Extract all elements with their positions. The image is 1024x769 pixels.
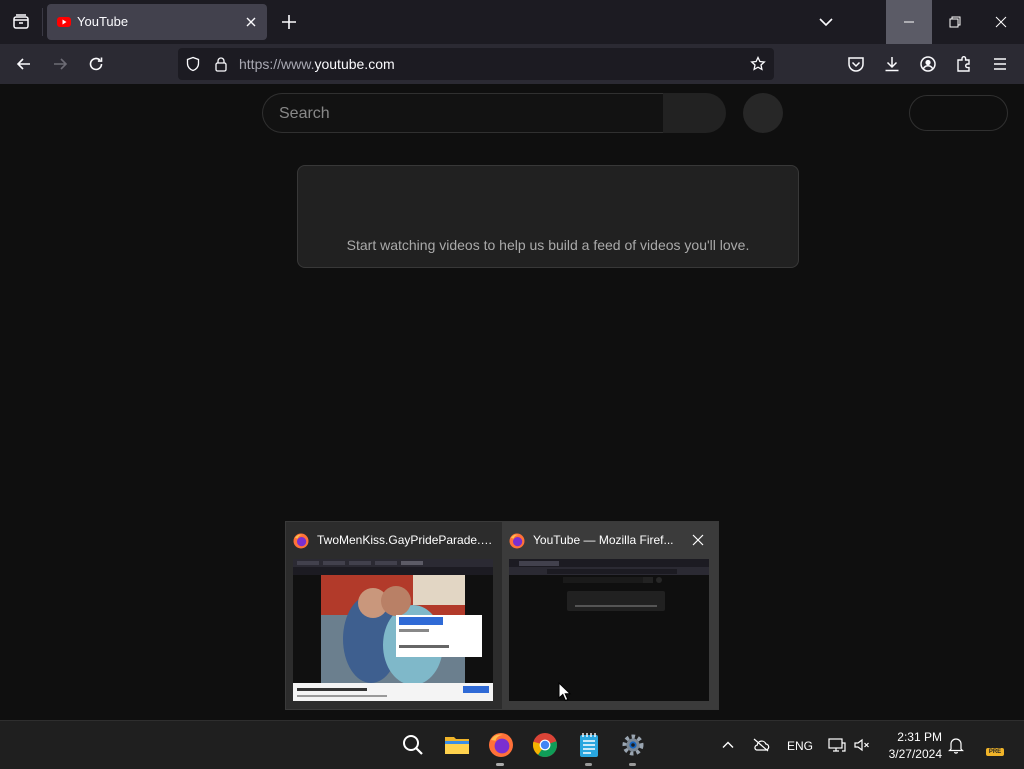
firefox-view-icon: [13, 14, 29, 29]
voice-search-button[interactable]: [743, 93, 783, 133]
url-prefix: www.: [281, 56, 315, 72]
close-icon: [995, 16, 1007, 28]
cloud-offline-icon[interactable]: [752, 737, 770, 753]
url-host: youtube.com: [314, 56, 395, 72]
account-icon[interactable]: [918, 54, 938, 74]
preview-thumbnail: [509, 559, 709, 701]
tab-title: YouTube: [77, 14, 129, 29]
clock-time: 2:31 PM: [897, 730, 942, 744]
search-button[interactable]: [663, 93, 726, 133]
chrome-taskbar-button[interactable]: [531, 731, 559, 759]
folder-icon: [445, 737, 469, 754]
chevron-down-icon[interactable]: [816, 12, 836, 32]
pocket-icon[interactable]: [846, 54, 866, 74]
tab-youtube[interactable]: YouTube: [47, 4, 267, 40]
taskbar-window-preview: TwoMenKiss.GayPrideParade.W... YouTube —…: [285, 521, 719, 710]
mouse-cursor-icon: [558, 682, 572, 702]
firefox-icon: [293, 533, 309, 549]
preview-window-1[interactable]: TwoMenKiss.GayPrideParade.W...: [286, 522, 502, 709]
menu-hamburger-icon[interactable]: [990, 54, 1010, 74]
minimize-icon: [904, 21, 914, 23]
notepad-icon: [580, 733, 598, 757]
settings-running-indicator: [629, 763, 636, 766]
shield-icon[interactable]: [185, 56, 201, 72]
file-explorer-button[interactable]: [443, 731, 471, 759]
bell-icon[interactable]: [948, 736, 964, 754]
minimize-button[interactable]: [886, 0, 932, 44]
search-icon: [403, 735, 423, 755]
firefox-icon: [489, 733, 513, 757]
tab-strip: YouTube: [0, 0, 1024, 44]
firefox-icon: [509, 533, 525, 549]
preview-window-2[interactable]: YouTube — Mozilla Firef...: [502, 522, 718, 709]
empty-feed-card: Start watching videos to help us build a…: [297, 165, 799, 268]
search-input[interactable]: [277, 94, 651, 134]
extensions-icon[interactable]: [954, 54, 974, 74]
clock-date: 3/27/2024: [888, 747, 942, 761]
reload-icon[interactable]: [86, 54, 106, 74]
navigation-toolbar: https://www.youtube.com: [0, 44, 1024, 84]
search-button[interactable]: [399, 731, 427, 759]
close-tab-icon[interactable]: [243, 14, 259, 30]
windows-taskbar: ENG 2:31 PM 3/27/2024 PRE: [0, 720, 1024, 769]
restore-icon: [949, 16, 961, 28]
close-window-button[interactable]: [978, 0, 1024, 44]
forward-arrow-icon[interactable]: [50, 54, 70, 74]
sign-in-button[interactable]: [909, 95, 1008, 131]
preview-title: TwoMenKiss.GayPrideParade.W...: [317, 533, 497, 547]
network-icon[interactable]: [828, 736, 846, 754]
speaker-muted-icon[interactable]: [853, 736, 871, 754]
gear-icon: [622, 734, 644, 756]
youtube-favicon-icon: [57, 17, 71, 27]
input-language[interactable]: ENG: [787, 739, 813, 753]
firefox-taskbar-button[interactable]: [487, 731, 515, 759]
close-preview-icon[interactable]: [692, 534, 704, 546]
url-scheme: https://: [239, 56, 282, 72]
download-icon[interactable]: [882, 54, 902, 74]
url-text[interactable]: https://www.youtube.com: [239, 56, 395, 72]
firefox-running-indicator: [496, 763, 504, 766]
address-bar[interactable]: https://www.youtube.com: [178, 48, 774, 80]
chevron-up-icon[interactable]: [721, 738, 735, 752]
system-clock[interactable]: 2:31 PM 3/27/2024: [870, 729, 942, 763]
settings-taskbar-button[interactable]: [619, 731, 647, 759]
preview-build-badge: PRE: [986, 748, 1004, 756]
tab-separator: [42, 8, 43, 36]
new-tab-icon[interactable]: [279, 12, 299, 32]
search-box[interactable]: [262, 93, 663, 134]
chrome-icon: [532, 733, 558, 757]
feed-message: Start watching videos to help us build a…: [346, 237, 750, 253]
preview-thumbnail: [293, 559, 493, 701]
notepad-running-indicator: [585, 763, 592, 766]
lock-icon[interactable]: [213, 56, 229, 72]
restore-button[interactable]: [932, 0, 978, 44]
bookmark-star-icon[interactable]: [750, 56, 766, 72]
preview-title: YouTube — Mozilla Firef...: [533, 533, 674, 547]
back-arrow-icon[interactable]: [14, 54, 34, 74]
notepad-taskbar-button[interactable]: [575, 731, 603, 759]
firefox-view-button[interactable]: [0, 0, 42, 44]
